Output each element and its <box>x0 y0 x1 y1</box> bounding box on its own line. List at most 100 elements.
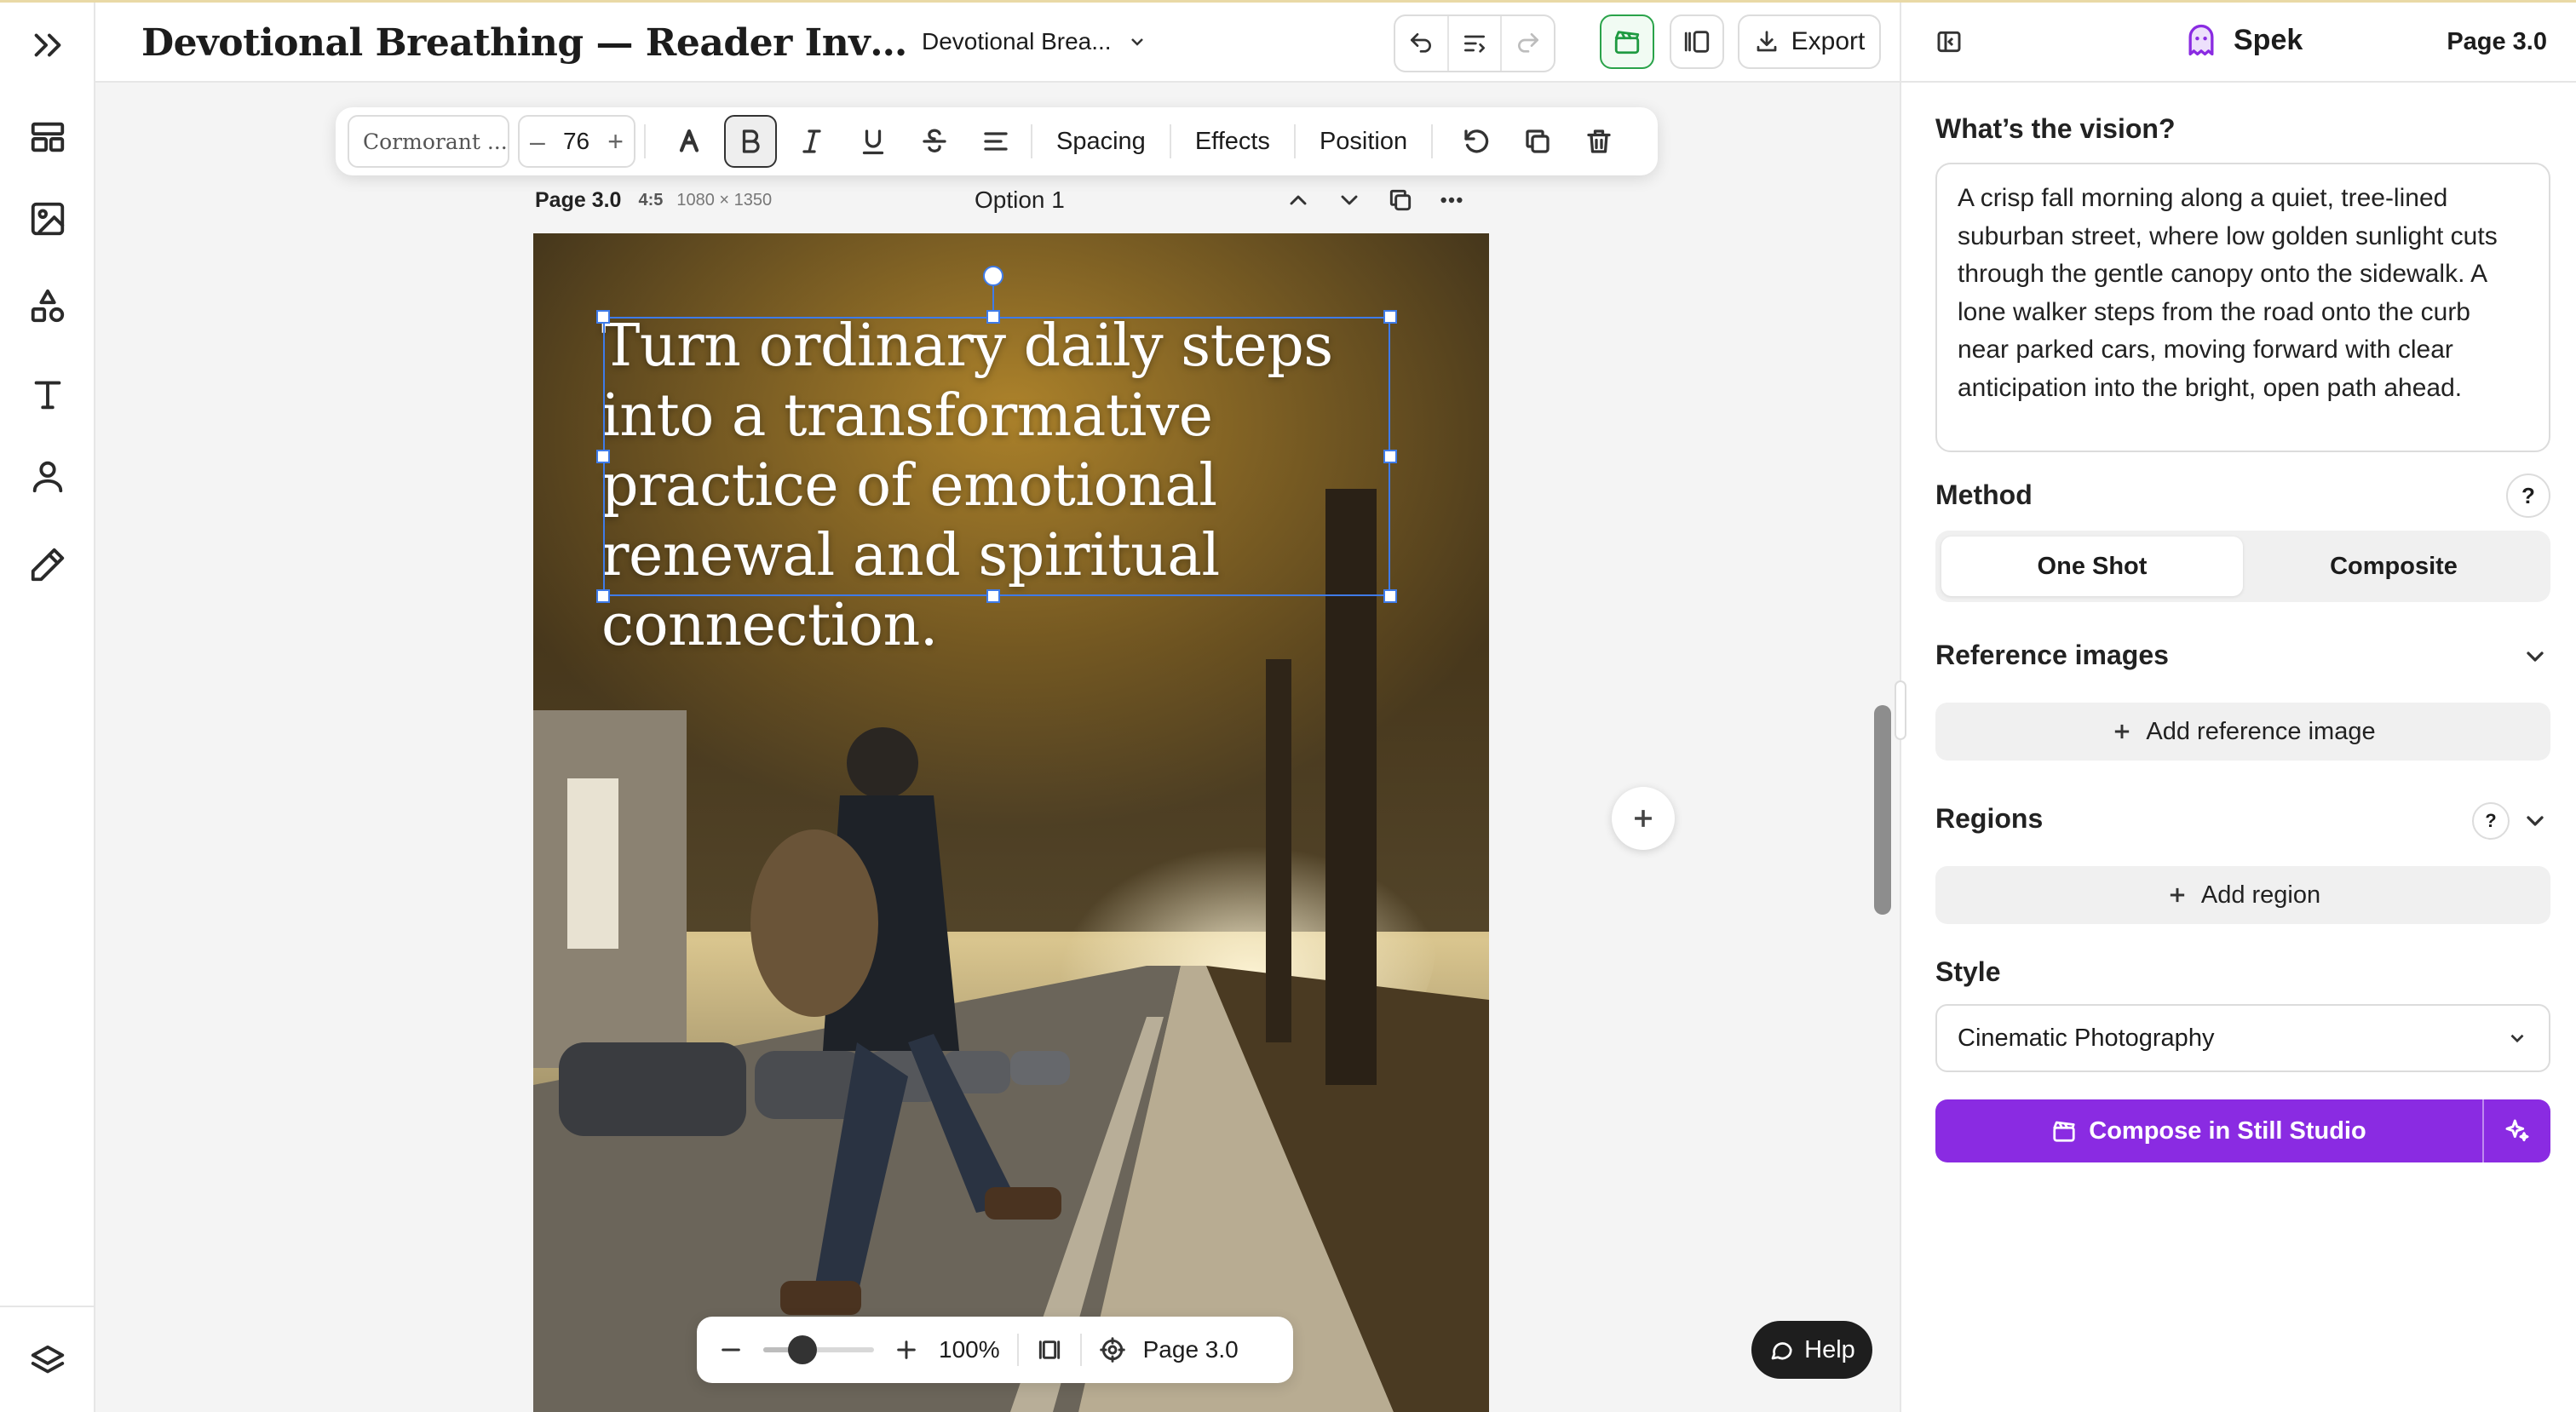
resize-handle-t[interactable] <box>986 310 1000 324</box>
history-list-button[interactable] <box>1449 16 1503 71</box>
bold-button[interactable] <box>724 115 777 168</box>
decrease-size-button[interactable]: – <box>530 126 545 158</box>
add-page-button[interactable] <box>1612 787 1675 850</box>
style-label: Style <box>1935 956 2001 987</box>
top-bar: Devotional Breathing — Reader Invitati..… <box>95 3 1900 83</box>
zoom-divider <box>1079 1334 1082 1366</box>
plus-icon <box>2170 887 2185 903</box>
style-select[interactable]: Cinematic Photography <box>1935 1004 2550 1072</box>
document-selector[interactable]: Devotional Brea... <box>922 28 1147 55</box>
collapse-panel-button[interactable] <box>1935 28 1963 60</box>
studio-button[interactable] <box>1600 14 1654 69</box>
reset-button[interactable] <box>1450 115 1503 168</box>
fit-page-button[interactable] <box>1036 1336 1063 1363</box>
export-label: Export <box>1791 27 1866 55</box>
help-button[interactable]: Help <box>1751 1321 1872 1379</box>
locate-button[interactable] <box>1099 1336 1126 1363</box>
zoom-bar: 100% Page 3.0 <box>697 1317 1293 1383</box>
add-reference-image-button[interactable]: Add reference image <box>1935 703 2550 761</box>
undo-button[interactable] <box>1395 16 1449 71</box>
chevron-down-icon <box>2527 651 2544 662</box>
trash-icon <box>1587 129 1611 153</box>
increase-size-button[interactable]: + <box>607 126 624 158</box>
shapes-icon[interactable] <box>22 280 73 331</box>
italic-button[interactable] <box>785 115 838 168</box>
vision-textarea[interactable]: A crisp fall morning along a quiet, tree… <box>1935 163 2550 452</box>
compose-label: Compose in Still Studio <box>2089 1116 2366 1145</box>
page-meta: Page 3.0 4:5 1080 × 1350 Option 1 <box>535 187 1496 213</box>
canvas-scrollbar[interactable] <box>1874 705 1891 915</box>
panel-resize-handle[interactable] <box>1895 680 1906 740</box>
font-size-stepper[interactable]: – 76 + <box>518 115 635 168</box>
position-button[interactable]: Position <box>1304 128 1423 156</box>
regions-toggle[interactable] <box>2521 807 2549 839</box>
layers-icon[interactable] <box>22 1336 73 1387</box>
text-icon[interactable] <box>22 369 73 420</box>
effects-button[interactable]: Effects <box>1180 128 1285 156</box>
document-selector-label: Devotional Brea... <box>922 28 1112 55</box>
magic-button[interactable] <box>2482 1099 2550 1162</box>
duplicate-page-icon[interactable] <box>1387 187 1414 214</box>
method-toggle: One Shot Composite <box>1935 531 2550 602</box>
layout-icon[interactable] <box>22 112 73 163</box>
zoom-in-button[interactable] <box>893 1336 920 1363</box>
strikethrough-button[interactable] <box>908 115 961 168</box>
resize-handle-b[interactable] <box>986 589 1000 603</box>
compose-button[interactable]: Compose in Still Studio <box>1935 1099 2482 1162</box>
plus-icon <box>897 1340 916 1359</box>
artboard[interactable]: Turn ordinary daily steps into a transfo… <box>533 233 1489 1412</box>
present-button[interactable] <box>1670 14 1724 69</box>
fit-page-icon <box>1038 1340 1060 1359</box>
align-button[interactable] <box>969 115 1022 168</box>
image-icon[interactable] <box>22 193 73 244</box>
expand-icon[interactable] <box>22 20 73 71</box>
resize-handle-l[interactable] <box>596 450 610 463</box>
chevron-down-icon <box>2527 816 2544 826</box>
resize-handle-r[interactable] <box>1383 450 1397 463</box>
resize-handle-br[interactable] <box>1383 589 1397 603</box>
underline-button[interactable] <box>847 115 900 168</box>
zoom-divider <box>1016 1334 1019 1366</box>
panel-page-label: Page 3.0 <box>2447 28 2547 55</box>
plus-icon <box>2115 724 2130 739</box>
redo-button[interactable] <box>1502 16 1554 71</box>
sidebar-collapse-icon <box>1937 31 1961 53</box>
resize-handle-bl[interactable] <box>596 589 610 603</box>
chevron-down-icon[interactable] <box>1336 187 1363 214</box>
delete-button[interactable] <box>1573 115 1625 168</box>
zoom-out-button[interactable] <box>717 1336 745 1363</box>
duplicate-button[interactable] <box>1511 115 1564 168</box>
underline-icon <box>862 129 884 155</box>
add-region-button[interactable]: Add region <box>1935 866 2550 924</box>
method-one-shot[interactable]: One Shot <box>1941 537 2243 596</box>
more-options-icon[interactable] <box>1438 187 1465 214</box>
text-color-icon <box>679 129 699 152</box>
history-group <box>1394 14 1555 72</box>
document-title[interactable]: Devotional Breathing — Reader Invitati..… <box>141 21 908 65</box>
method-composite[interactable]: Composite <box>2243 537 2544 596</box>
toolbar-divider <box>1169 124 1171 158</box>
add-region-label: Add region <box>2200 881 2321 909</box>
rotate-handle[interactable] <box>983 266 1003 286</box>
option-label[interactable]: Option 1 <box>975 187 1065 214</box>
person-icon[interactable] <box>22 451 73 502</box>
chevron-up-icon[interactable] <box>1285 187 1312 214</box>
method-label: Method <box>1935 479 2033 510</box>
zoom-level[interactable]: 100% <box>939 1336 1000 1363</box>
zoom-slider-knob[interactable] <box>787 1335 817 1364</box>
resize-handle-tl[interactable] <box>596 310 610 324</box>
brand: Spek <box>2182 21 2303 59</box>
chevron-down-icon <box>2510 1034 2524 1043</box>
canvas-area[interactable]: Page 3.0 4:5 1080 × 1350 Option 1 Turn o… <box>95 83 1900 1412</box>
pen-icon[interactable] <box>22 539 73 590</box>
regions-help-button[interactable]: ? <box>2472 802 2510 840</box>
reference-images-toggle[interactable] <box>2521 643 2549 674</box>
font-family-select[interactable]: Cormorant ... <box>348 115 509 168</box>
text-color-button[interactable] <box>663 115 716 168</box>
export-button[interactable]: Export <box>1738 14 1881 69</box>
spacing-button[interactable]: Spacing <box>1041 128 1161 156</box>
method-help-button[interactable]: ? <box>2506 474 2550 518</box>
font-size-value[interactable]: 76 <box>563 128 589 155</box>
zoom-slider[interactable] <box>763 1335 874 1364</box>
resize-handle-tr[interactable] <box>1383 310 1397 324</box>
